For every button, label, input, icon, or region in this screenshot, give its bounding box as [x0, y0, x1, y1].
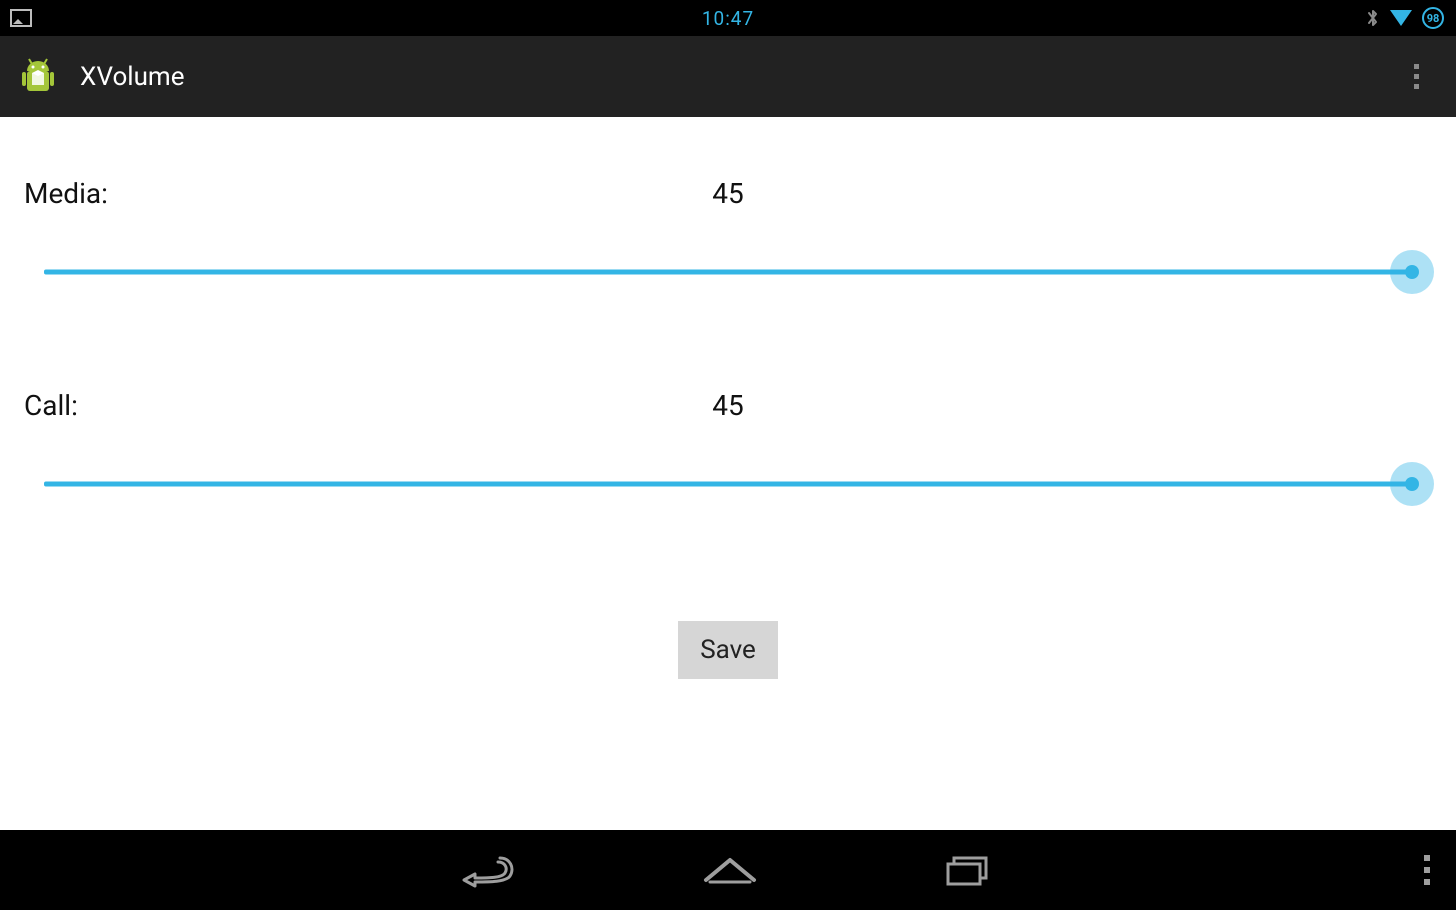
media-row: Media: 45 — [24, 177, 1432, 294]
call-value: 45 — [712, 389, 743, 422]
bluetooth-icon — [1366, 7, 1380, 29]
call-label-line: Call: 45 — [24, 389, 1432, 422]
back-button[interactable] — [460, 850, 520, 890]
status-clock: 10:47 — [702, 7, 754, 30]
picture-notification-icon — [10, 9, 32, 27]
wifi-icon — [1390, 10, 1412, 26]
content: Media: 45 Call: 45 Save — [0, 117, 1456, 679]
navigation-bar — [0, 830, 1456, 910]
save-wrap: Save — [24, 621, 1432, 679]
call-label: Call: — [24, 389, 78, 422]
media-slider-thumb[interactable] — [1405, 265, 1419, 279]
recents-button[interactable] — [940, 850, 996, 890]
call-slider[interactable] — [44, 462, 1412, 506]
app-title: XVolume — [80, 62, 185, 92]
media-slider-track — [44, 270, 1412, 275]
media-label-line: Media: 45 — [24, 177, 1432, 210]
call-slider-thumb[interactable] — [1405, 477, 1419, 491]
app-icon — [14, 53, 62, 101]
nav-center — [460, 850, 996, 890]
overflow-menu-button[interactable] — [1396, 57, 1436, 97]
status-right: 98 — [1366, 7, 1456, 29]
media-label: Media: — [24, 177, 108, 210]
status-left — [0, 9, 32, 27]
home-button[interactable] — [700, 850, 760, 890]
media-slider[interactable] — [44, 250, 1412, 294]
nav-overflow-button[interactable] — [1424, 855, 1430, 885]
call-row: Call: 45 — [24, 389, 1432, 506]
status-bar: 10:47 98 — [0, 0, 1456, 36]
media-value: 45 — [712, 177, 743, 210]
call-slider-track — [44, 482, 1412, 487]
save-button[interactable]: Save — [678, 621, 778, 679]
action-bar: XVolume — [0, 36, 1456, 117]
battery-icon: 98 — [1422, 7, 1444, 29]
